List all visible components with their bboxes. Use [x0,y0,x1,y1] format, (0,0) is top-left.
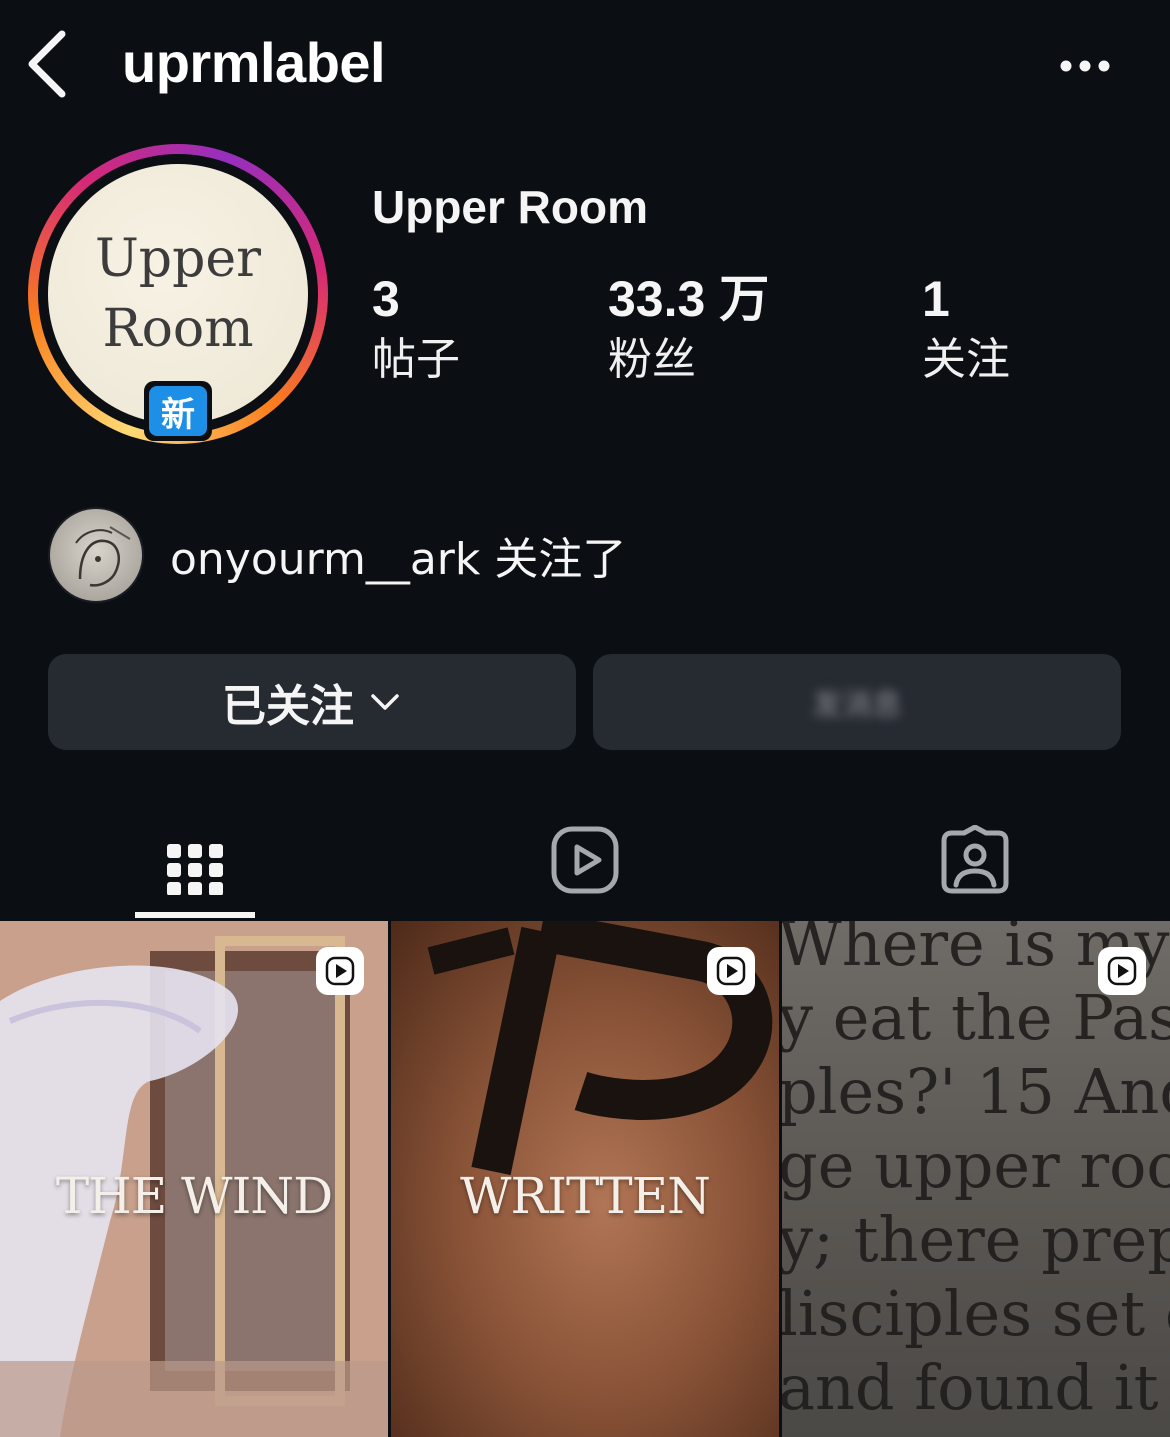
followed-by-row[interactable]: onyourm__ark 关注了 [48,506,626,604]
profile-username: uprmlabel [122,31,386,94]
active-tab-indicator [135,912,255,918]
scripture-line: lisciples set o [782,1277,1170,1350]
scripture-line: and found it [782,1351,1159,1424]
stat-followers-count: 33.3 万 [608,271,770,327]
scripture-line: ge upper roon [782,1129,1170,1202]
stat-following-count: 1 [922,271,950,327]
more-options-button[interactable] [1050,44,1120,88]
chevron-down-icon [371,694,399,710]
tab-posts-grid[interactable] [0,800,390,920]
scripture-line: ples?' 15 And h [782,1055,1170,1128]
stat-followers-label: 粉丝 [608,334,696,385]
stat-posts[interactable]: 3 帖子 [372,268,460,390]
stat-followers[interactable]: 33.3 万 粉丝 [608,268,769,390]
post-1-title: THE WIND [55,1167,333,1225]
reel-badge-2 [707,947,755,995]
profile-tabs [0,800,1170,920]
new-story-badge: 新 [144,381,212,441]
post-3-scripture-text: Where is my y eat the Pass ples?' 15 And… [782,921,1170,1425]
post-thumbnail-3[interactable]: Where is my y eat the Pass ples?' 15 And… [782,921,1170,1437]
message-button[interactable]: 发消息 [593,654,1121,750]
reel-play-icon [1107,956,1137,986]
post-thumbnail-1[interactable]: THE WIND [0,921,388,1437]
back-button[interactable] [18,26,88,102]
reel-badge-3 [1098,947,1146,995]
followed-by-text: onyourm__ark 关注了 [170,534,627,585]
new-badge-label: 新 [149,386,207,436]
message-button-label: 发消息 [812,689,902,722]
profile-display-name: Upper Room [372,181,648,233]
sketch-portrait-icon [75,526,131,587]
tagged-person-icon [941,825,1009,894]
post-thumbnail-2[interactable]: WRITTEN [391,921,779,1437]
post-2-title: WRITTEN [460,1167,711,1225]
reel-badge-1 [316,947,364,995]
tab-reels[interactable] [390,800,780,920]
stat-following[interactable]: 1 关注 [922,268,1010,390]
avatar-text-line1: Upper [94,229,262,289]
stat-following-label: 关注 [922,334,1010,385]
stat-posts-label: 帖子 [372,334,460,385]
following-button[interactable]: 已关注 [48,654,576,750]
mutual-follower-avatar [48,507,144,603]
grid-icon [167,844,223,895]
chevron-left-icon [28,30,66,98]
reel-play-icon [325,956,355,986]
reels-icon [551,826,619,894]
avatar-text-line2: Room [102,299,254,359]
reel-play-icon [716,956,746,986]
tab-tagged[interactable] [780,800,1170,920]
top-bar: uprmlabel [0,0,1170,130]
posts-grid: THE WIND WRITTEN Where is my y eat the P… [0,921,1170,1437]
stat-posts-count: 3 [372,271,400,327]
following-button-label: 已关注 [222,681,354,732]
scripture-line: y; there prepa [782,1203,1170,1276]
more-horizontal-icon [1060,60,1110,72]
